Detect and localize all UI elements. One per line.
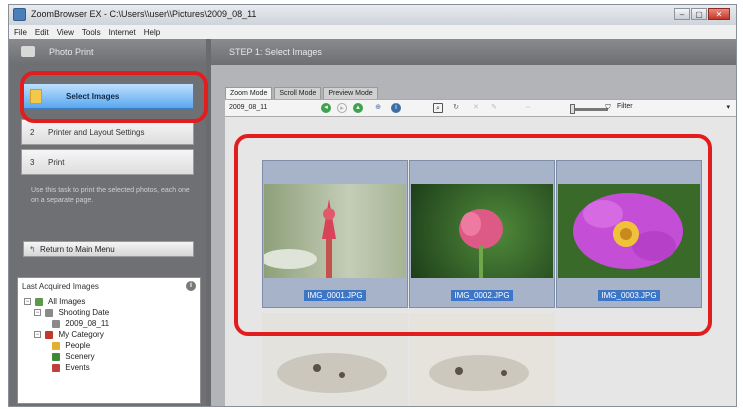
thumbnail-grid: IMG_0001.JPG IMG_0002.JPG IMG_0003.JPG (225, 117, 736, 406)
thumbnail-cell[interactable]: IMG_0002.JPG (409, 160, 555, 308)
step-number: 2 (30, 128, 35, 137)
menu-help[interactable]: Help (144, 28, 160, 37)
thumbnail-cell[interactable]: IMG_0001.JPG (262, 160, 408, 308)
step-label: Printer and Layout Settings (48, 128, 145, 137)
window-title: ZoomBrowser EX - C:\Users\\user\\Picture… (31, 9, 257, 19)
zoom-icon[interactable]: ⊕ (373, 103, 383, 113)
tab-zoom-mode[interactable]: Zoom Mode (225, 87, 273, 99)
scenery-icon (52, 352, 60, 361)
step-title: STEP 1: Select Images (229, 47, 322, 57)
tab-scroll-mode[interactable]: Scroll Mode (274, 87, 322, 99)
step-header: STEP 1: Select Images (211, 39, 736, 65)
category-icon (45, 330, 54, 339)
thumbnail-cell-partial[interactable] (262, 313, 408, 406)
task-description: Use this task to print the selected phot… (31, 187, 190, 204)
calendar-icon (45, 308, 54, 317)
return-to-main-menu-button[interactable]: ↰ Return to Main Menu (23, 241, 194, 257)
step-print[interactable]: 3 Print (21, 149, 194, 175)
back-icon[interactable]: ◂ (321, 103, 331, 113)
tree-item-people[interactable]: People (52, 340, 90, 351)
step-printer-layout[interactable]: 2 Printer and Layout Settings (21, 119, 194, 145)
recent-title: Last Acquired Images (22, 282, 99, 291)
info-icon[interactable]: i (391, 103, 401, 113)
compare-icon[interactable]: ⇔ (523, 103, 533, 113)
thumbnail-cell-partial[interactable] (409, 313, 555, 406)
tree-item-events[interactable]: Events (52, 362, 90, 373)
task-panel-title: Photo Print (49, 47, 94, 57)
title-bar[interactable]: ZoomBrowser EX - C:\Users\\user\\Picture… (9, 5, 736, 25)
up-folder-icon[interactable]: ▴ (353, 103, 363, 113)
menu-bar: File Edit View Tools Internet Help (9, 25, 736, 39)
step-number: 3 (30, 158, 35, 167)
menu-internet[interactable]: Internet (109, 28, 136, 37)
app-window: ZoomBrowser EX - C:\Users\\user\\Picture… (8, 4, 737, 407)
select-tool-icon[interactable]: ⌕ (433, 103, 443, 113)
tab-preview-mode[interactable]: Preview Mode (323, 87, 378, 99)
collapse-icon[interactable]: − (24, 298, 31, 306)
task-panel: Photo Print Select Images 2 Printer and … (9, 39, 206, 406)
filter-button[interactable]: Filter (617, 103, 633, 110)
collapse-icon[interactable]: − (34, 331, 41, 339)
menu-edit[interactable]: Edit (35, 28, 49, 37)
menu-tools[interactable]: Tools (82, 28, 101, 37)
close-button[interactable]: ✕ (708, 8, 730, 20)
image-browser-panel: STEP 1: Select Images Zoom Mode Scroll M… (211, 39, 736, 406)
current-folder-label: 2009_08_11 (229, 104, 268, 111)
step-label: Print (48, 158, 65, 167)
image-filename: IMG_0003.JPG (598, 290, 660, 301)
tree-item-scenery[interactable]: Scenery (52, 351, 95, 362)
tree-item-all-images[interactable]: − All Images (24, 296, 85, 307)
calendar-icon (52, 319, 60, 328)
view-mode-tabs: Zoom Mode Scroll Mode Preview Mode (225, 87, 378, 99)
tree-item-my-category[interactable]: − My Category (34, 329, 104, 340)
photo-pink-rosebud (411, 184, 553, 278)
tree-item-date-folder[interactable]: 2009_08_11 (52, 318, 109, 329)
browser-toolbar: 2009_08_11 ◂ ▸ ▴ ⊕ i ⌕ ↻ ✕ ✎ ⇔ ⛉ Filter … (225, 99, 736, 117)
events-icon (52, 363, 60, 372)
photo-red-flower-bud (264, 184, 406, 278)
app-icon (13, 8, 26, 21)
people-icon (52, 341, 60, 350)
filter-dropdown[interactable]: ▾ (726, 103, 730, 111)
last-acquired-images-panel: Last Acquired Images i − All Images − Sh… (17, 277, 201, 404)
photo-purple-cosmos (558, 184, 700, 278)
return-icon: ↰ (29, 245, 36, 254)
step-label: Select Images (66, 92, 120, 101)
filter-icon[interactable]: ⛉ (603, 103, 613, 113)
minimize-button[interactable]: – (674, 8, 690, 20)
edit-icon[interactable]: ✎ (489, 103, 499, 113)
thumbnail-cell[interactable]: IMG_0003.JPG (556, 160, 702, 308)
menu-file[interactable]: File (14, 28, 27, 37)
menu-view[interactable]: View (57, 28, 74, 37)
folder-icon (35, 297, 44, 306)
rotate-icon[interactable]: ↻ (451, 103, 461, 113)
delete-icon[interactable]: ✕ (471, 103, 481, 113)
info-icon[interactable]: i (186, 281, 196, 291)
tree-item-shooting-date[interactable]: − Shooting Date (34, 307, 109, 318)
step-marker-icon (30, 89, 42, 104)
image-filename: IMG_0001.JPG (304, 290, 366, 301)
task-panel-header: Photo Print (9, 39, 206, 65)
printer-icon (21, 46, 35, 57)
step-select-images[interactable]: Select Images (21, 83, 194, 109)
thumbnail-size-slider[interactable] (570, 104, 575, 114)
forward-icon[interactable]: ▸ (337, 103, 347, 113)
collapse-icon[interactable]: − (34, 309, 41, 317)
image-filename: IMG_0002.JPG (451, 290, 513, 301)
maximize-button[interactable]: ▢ (691, 8, 707, 20)
